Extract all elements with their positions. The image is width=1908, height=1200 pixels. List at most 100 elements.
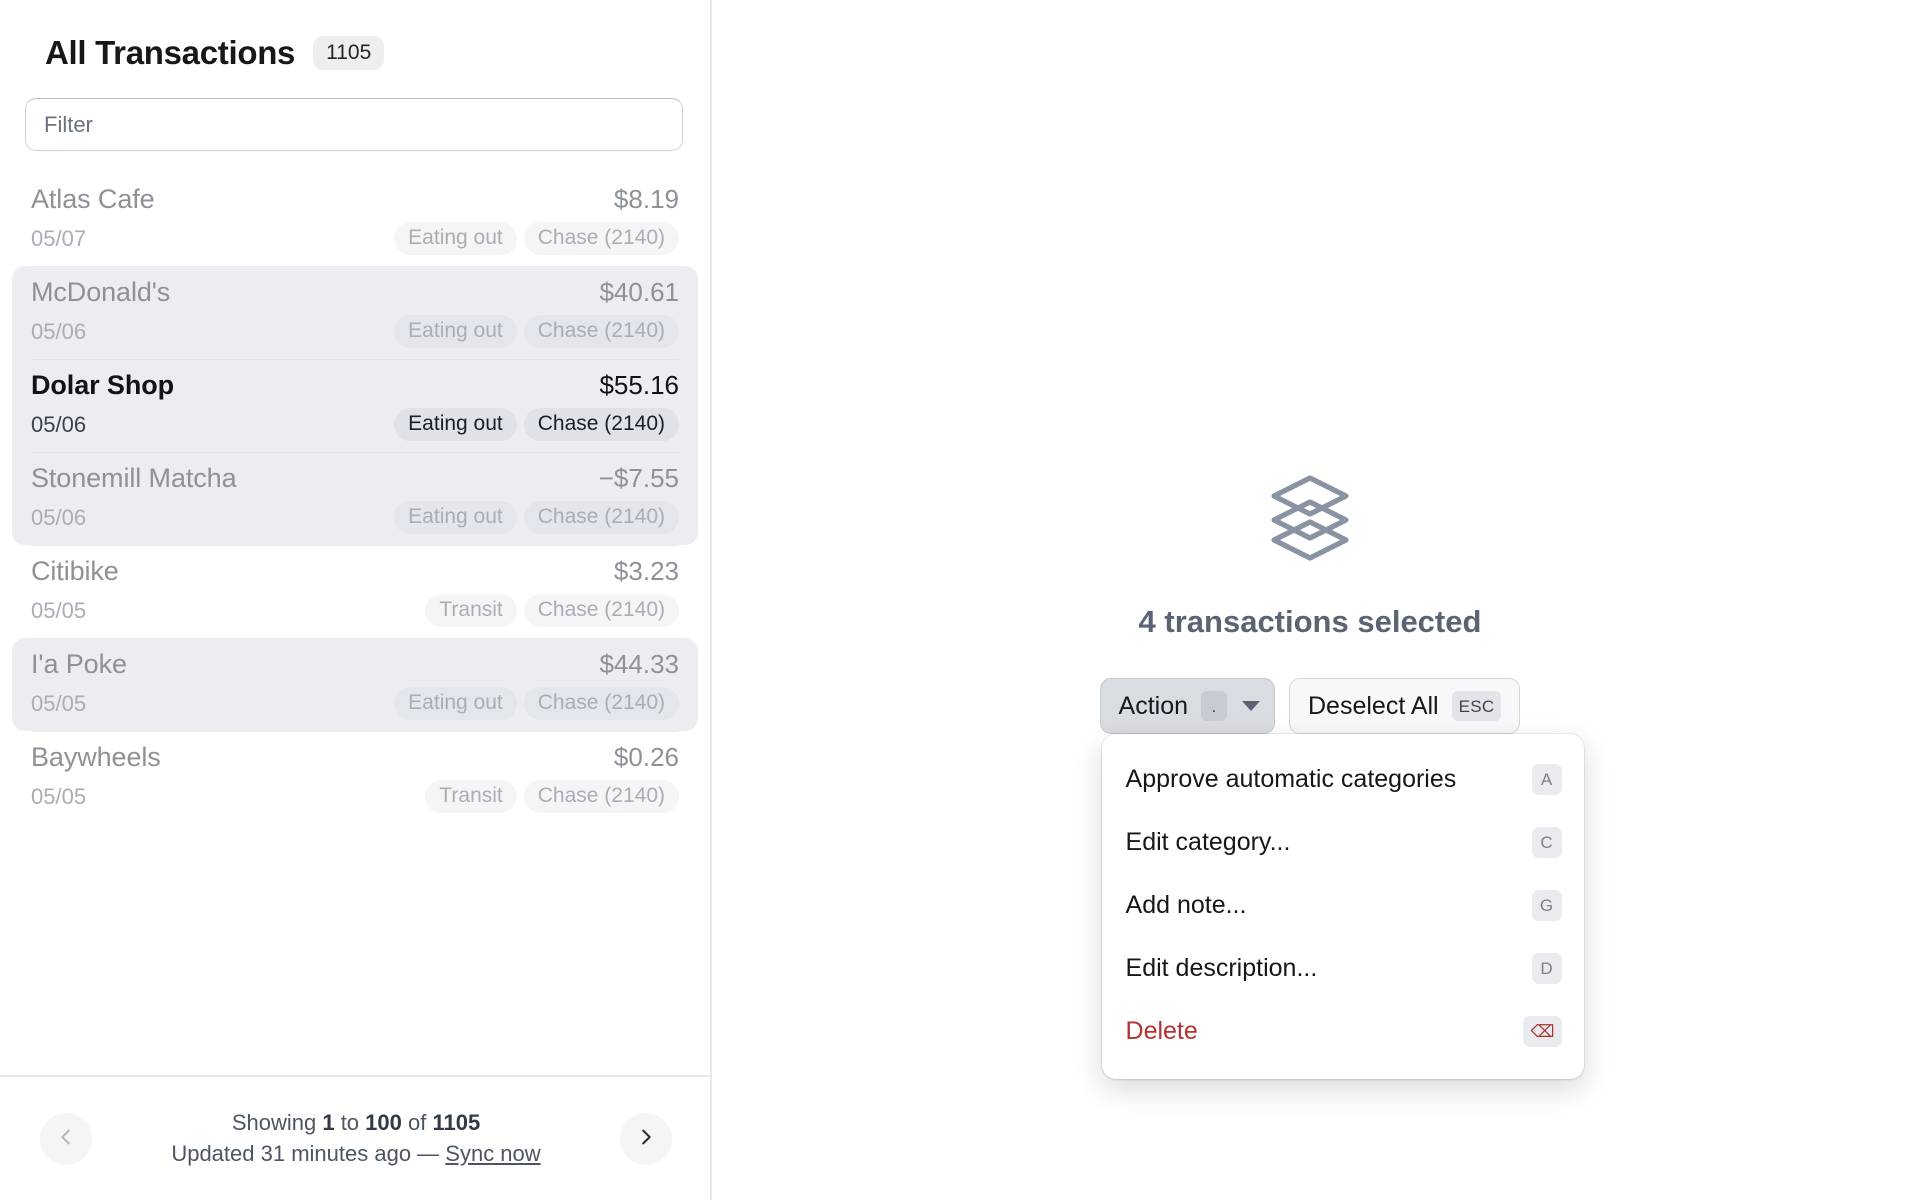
transaction-tags: Eating out Chase (2140)	[394, 408, 679, 441]
transaction-list[interactable]: Atlas Cafe $8.19 05/07 Eating out Chase (214…	[0, 173, 710, 1075]
updated-text: Updated 31 minutes ago —	[171, 1140, 446, 1166]
transaction-secondary-line: 05/05 Transit Chase (2140)	[31, 594, 679, 627]
table-row[interactable]: I'a Poke $44.33 05/05 Eating out Chase (2140…	[12, 638, 698, 731]
account-tag[interactable]: Chase (2140)	[523, 315, 679, 348]
transaction-amount: −$7.55	[598, 463, 679, 493]
account-tag[interactable]: Chase (2140)	[523, 780, 679, 813]
table-row[interactable]: Citibike $3.23 05/05 Transit Chase (2140)	[12, 545, 698, 638]
menu-shortcut-badge: D	[1531, 953, 1562, 984]
search-input[interactable]	[25, 98, 683, 151]
category-tag[interactable]: Transit	[425, 780, 517, 813]
transaction-date: 05/06	[31, 411, 87, 437]
table-row[interactable]: Atlas Cafe $8.19 05/07 Eating out Chase (214…	[12, 173, 698, 266]
selected-transaction-group: I'a Poke $44.33 05/05 Eating out Chase (2140…	[12, 638, 698, 731]
transaction-date: 05/05	[31, 783, 87, 809]
category-tag[interactable]: Transit	[425, 594, 517, 627]
menu-item[interactable]: Approve automatic categories A	[1102, 748, 1584, 811]
selection-actions: Action . Deselect All ESC Approve automa…	[1099, 678, 1584, 1079]
transaction-merchant: I'a Poke	[31, 649, 127, 679]
category-tag[interactable]: Eating out	[394, 501, 517, 534]
showing-to: 100	[365, 1110, 402, 1136]
account-tag[interactable]: Chase (2140)	[523, 687, 679, 720]
transaction-secondary-line: 05/07 Eating out Chase (2140)	[31, 222, 679, 255]
previous-page-button[interactable]	[40, 1112, 92, 1165]
account-tag[interactable]: Chase (2140)	[523, 594, 679, 627]
showing-from: 1	[322, 1110, 335, 1136]
menu-item[interactable]: Add note... G	[1102, 874, 1584, 937]
table-row[interactable]: McDonald's $40.61 05/06 Eating out Chase (21…	[12, 266, 698, 359]
chevron-left-icon	[55, 1126, 77, 1151]
sync-now-link[interactable]: Sync now	[445, 1141, 540, 1166]
transaction-merchant: Dolar Shop	[31, 370, 175, 400]
chevron-down-icon	[1242, 701, 1260, 711]
menu-item[interactable]: Edit description... D	[1102, 937, 1584, 1000]
account-tag[interactable]: Chase (2140)	[523, 408, 679, 441]
category-tag[interactable]: Eating out	[394, 687, 517, 720]
category-tag[interactable]: Eating out	[394, 408, 517, 441]
transaction-tags: Transit Chase (2140)	[425, 780, 679, 813]
menu-item-label: Edit description...	[1125, 954, 1318, 982]
transaction-group: Citibike $3.23 05/05 Transit Chase (2140)	[12, 545, 698, 638]
transaction-date: 05/05	[31, 690, 87, 716]
transaction-secondary-line: 05/05 Transit Chase (2140)	[31, 780, 679, 813]
transaction-primary-line: Dolar Shop $55.16	[31, 370, 679, 401]
menu-shortcut-badge: G	[1531, 890, 1562, 921]
title-row: All Transactions 1105	[45, 30, 683, 76]
sidebar-header: All Transactions 1105	[0, 0, 710, 76]
filter-wrapper	[0, 76, 710, 151]
pagination-footer: Showing 1 to 100 of 1105 Updated 31 minu…	[0, 1075, 710, 1200]
table-row[interactable]: Baywheels $0.26 05/05 Transit Chase (2140)	[12, 731, 698, 824]
selected-transaction-group: McDonald's $40.61 05/06 Eating out Chase (21…	[12, 266, 698, 545]
action-menu-wrapper: Approve automatic categories A Edit catego…	[1101, 734, 1584, 1079]
action-dropdown-button[interactable]: Action .	[1099, 678, 1275, 734]
menu-item-label: Add note...	[1125, 891, 1247, 919]
transaction-amount: $40.61	[599, 277, 679, 307]
transaction-primary-line: McDonald's $40.61	[31, 277, 679, 308]
transaction-merchant: McDonald's	[31, 277, 171, 307]
transaction-tags: Eating out Chase (2140)	[394, 687, 679, 720]
transaction-primary-line: Baywheels $0.26	[31, 742, 679, 773]
action-shortcut-badge: .	[1201, 691, 1227, 721]
layers-stack-icon	[1262, 466, 1358, 562]
transaction-secondary-line: 05/06 Eating out Chase (2140)	[31, 315, 679, 348]
category-tag[interactable]: Eating out	[394, 315, 517, 348]
menu-item[interactable]: Edit category... C	[1102, 811, 1584, 874]
menu-item[interactable]: Delete ⌫	[1102, 1000, 1584, 1063]
transaction-date: 05/06	[31, 504, 87, 530]
transaction-primary-line: I'a Poke $44.33	[31, 649, 679, 680]
transaction-count-badge: 1105	[313, 36, 385, 70]
transaction-tags: Transit Chase (2140)	[425, 594, 679, 627]
transaction-tags: Eating out Chase (2140)	[394, 222, 679, 255]
account-tag[interactable]: Chase (2140)	[523, 501, 679, 534]
showing-total: 1105	[432, 1110, 481, 1136]
transaction-amount: $55.16	[599, 370, 679, 400]
table-row[interactable]: Dolar Shop $55.16 05/06 Eating out Chase (21…	[12, 359, 698, 452]
menu-item-label: Delete	[1125, 1017, 1198, 1045]
transaction-merchant: Baywheels	[31, 742, 161, 772]
showing-range: Showing 1 to 100 of 1105	[92, 1108, 620, 1138]
transaction-primary-line: Citibike $3.23	[31, 556, 679, 587]
table-row[interactable]: Stonemill Matcha −$7.55 05/06 Eating out Cha…	[12, 452, 698, 545]
transaction-amount: $0.26	[613, 742, 679, 772]
chevron-right-icon	[635, 1126, 657, 1151]
page-title: All Transactions	[45, 34, 296, 71]
transaction-amount: $44.33	[599, 649, 679, 679]
selection-empty-state: 4 transactions selected Action . Deselec…	[960, 466, 1660, 1079]
next-page-button[interactable]	[620, 1112, 672, 1165]
escape-shortcut-badge: ESC	[1451, 691, 1502, 721]
pagination-status: Showing 1 to 100 of 1105 Updated 31 minu…	[92, 1108, 620, 1169]
menu-shortcut-badge: C	[1531, 827, 1562, 858]
showing-prefix: Showing	[231, 1110, 323, 1136]
main-panel: 4 transactions selected Action . Deselec…	[712, 0, 1908, 1200]
action-menu[interactable]: Approve automatic categories A Edit catego…	[1101, 734, 1584, 1079]
transaction-tags: Eating out Chase (2140)	[394, 501, 679, 534]
transaction-amount: $3.23	[613, 556, 679, 586]
account-tag[interactable]: Chase (2140)	[523, 222, 679, 255]
app-root: All Transactions 1105 Atlas Cafe $8.19 05/…	[0, 0, 1908, 1200]
action-button-label: Action	[1118, 691, 1188, 720]
updated-status: Updated 31 minutes ago — Sync now	[92, 1139, 620, 1169]
category-tag[interactable]: Eating out	[394, 222, 517, 255]
deselect-all-button[interactable]: Deselect All ESC	[1289, 678, 1521, 734]
transaction-date: 05/07	[31, 225, 87, 251]
selection-count-label: 4 transactions selected	[1138, 604, 1482, 639]
